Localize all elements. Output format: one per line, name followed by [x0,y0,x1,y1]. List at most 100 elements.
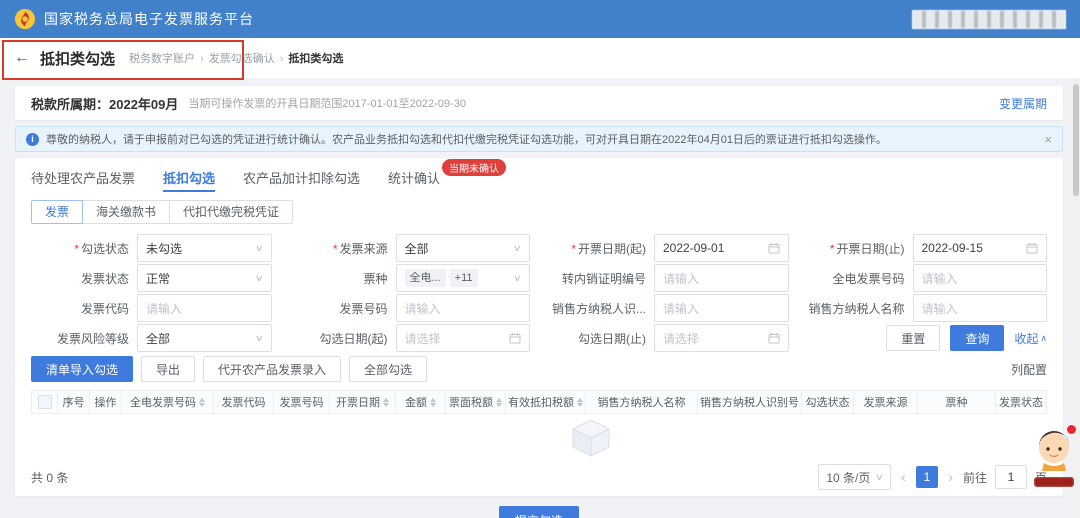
column-label: 票面税额 [449,394,493,410]
input-seller-taxpayer-id[interactable]: 请输入 [654,294,789,322]
select-all-checkbox[interactable] [38,395,52,409]
column-header-11: 勾选状态 [802,391,854,413]
prev-page-button[interactable]: ‹ [899,469,908,486]
field-label: *勾选状态 [31,240,129,257]
select-invoice-risk-level[interactable]: 全部∨ [137,324,272,352]
select-invoice-source[interactable]: 全部∨ [396,234,531,262]
calendar-icon [1026,242,1038,254]
tax-bureau-logo-icon [14,8,36,30]
total-count: 共 0 条 [31,469,68,486]
column-label: 勾选状态 [806,394,850,410]
column-config-link[interactable]: 列配置 [1011,361,1047,378]
required-asterisk: * [74,242,79,256]
breadcrumb-item[interactable]: 发票勾选确认 [209,53,275,65]
table-empty-state [31,414,1047,462]
sort-icon [496,398,502,407]
column-label: 发票代码 [222,394,266,410]
column-label: 票种 [946,394,968,410]
close-icon[interactable]: × [1044,132,1052,147]
query-button[interactable]: 查询 [950,325,1004,351]
column-label: 序号 [63,394,85,410]
subtab-customs-payment[interactable]: 海关缴款书 [82,200,170,224]
sort-icon [577,398,583,407]
required-asterisk: * [333,242,338,256]
submit-row: 提交勾选 [15,506,1063,518]
jump-page-input[interactable]: 1 [995,465,1027,489]
reset-button[interactable]: 重置 [886,325,940,351]
scrollbar-thumb[interactable] [1073,84,1079,196]
tab-statistic-confirm[interactable]: 统计确认当期未确认 [388,162,440,192]
field-label: 勾选日期(止) [548,330,646,347]
column-header-2[interactable]: 全电发票号码 [122,391,214,413]
column-label: 销售方纳税人识别号 [700,394,799,410]
column-header-6[interactable]: 金额 [396,391,446,413]
calendar-icon [768,332,780,344]
input-invoice-number[interactable]: 请输入 [396,294,531,322]
input-domestic-transfer-cert-no[interactable]: 请输入 [654,264,789,292]
assistant-mascot[interactable] [1032,426,1076,478]
breadcrumb-item: 抵扣类勾选 [288,53,343,65]
field-label: 发票风险等级 [31,330,129,347]
export-button[interactable]: 导出 [141,356,195,382]
notice-text: 尊敬的纳税人，请于申报前对已勾选的凭证进行统计确认。农产品业务抵扣勾选和代扣代缴… [46,131,887,147]
check-all-button[interactable]: 全部勾选 [349,356,427,382]
column-header-7[interactable]: 票面税额 [446,391,506,413]
subtab-invoice[interactable]: 发票 [31,200,83,224]
chevron-up-icon: ∧ [1040,333,1047,344]
column-header-5[interactable]: 开票日期 [330,391,396,413]
breadcrumb-item[interactable]: 税务数字账户 [129,53,195,65]
subtab-withholding-tax-cert[interactable]: 代扣代缴完税凭证 [169,200,293,224]
select-value: 正常 [146,270,170,287]
input-placeholder: 请输入 [663,270,699,287]
input-seller-taxpayer-name[interactable]: 请输入 [913,294,1048,322]
calendar-icon [509,332,521,344]
column-header-12: 发票来源 [854,391,918,413]
page-size-select[interactable]: 10 条/页 ∨ [818,464,891,490]
chevron-down-icon: ∨ [875,472,884,483]
back-arrow-icon[interactable]: ← [14,49,30,67]
page: 国家税务总局电子发票服务平台 ← 抵扣类勾选 税务数字账户›发票勾选确认›抵扣类… [0,0,1080,518]
select-value: 全部 [146,330,170,347]
input-placeholder: 请输入 [663,300,699,317]
info-icon: i [26,133,39,146]
tab-farm-extra-deduction-check[interactable]: 农产品加计扣除勾选 [243,162,360,192]
select-invoice-status[interactable]: 正常∨ [137,264,272,292]
date-value: 2022-09-01 [663,241,724,255]
input-digital-invoice-no[interactable]: 请输入 [913,264,1048,292]
input-placeholder: 请输入 [146,300,182,317]
collapse-link[interactable]: 收起∧ [1014,330,1047,347]
tab-label: 统计确认 [388,168,440,187]
submit-check-button[interactable]: 提交勾选 [499,506,579,518]
collapse-label: 收起 [1014,330,1038,347]
date-invoice-date-start[interactable]: 2022-09-01 [654,234,789,262]
date-check-date-start[interactable]: 请选择 [396,324,531,352]
input-placeholder: 请输入 [922,300,958,317]
page-title: 抵扣类勾选 [40,48,115,69]
date-invoice-date-end[interactable]: 2022-09-15 [913,234,1048,262]
column-header-14: 发票状态 [996,391,1046,413]
field-label: *开票日期(止) [807,240,905,257]
column-header-0: 序号 [58,391,90,413]
app-header: 国家税务总局电子发票服务平台 [0,0,1080,38]
subtab-group: 发票海关缴款书代扣代缴完税凭证 [31,200,1047,224]
import-list-check-button[interactable]: 清单导入勾选 [31,356,133,382]
chevron-down-icon: ∨ [255,243,264,254]
required-asterisk: * [830,242,835,256]
column-label: 发票来源 [864,394,908,410]
tab-deduction-check[interactable]: 抵扣勾选 [163,162,215,192]
tab-pending-farm-invoices[interactable]: 待处理农产品发票 [31,162,135,192]
change-period-link[interactable]: 变更属期 [999,95,1047,112]
field-label: 发票代码 [31,300,129,317]
select-ticket-type[interactable]: 全电...+11∨ [396,264,531,292]
column-header-8[interactable]: 有效抵扣税额 [506,391,586,413]
column-label: 开票日期 [336,394,380,410]
farm-invoice-entry-button[interactable]: 代开农产品发票录入 [203,356,341,382]
field-label: 销售方纳税人名称 [807,300,905,317]
current-page-button[interactable]: 1 [916,466,938,488]
next-page-button[interactable]: › [946,469,955,486]
input-invoice-code[interactable]: 请输入 [137,294,272,322]
tax-period-hint: 当期可操作发票的开具日期范围2017-01-01至2022-09-30 [188,95,466,111]
date-check-date-end[interactable]: 请选择 [654,324,789,352]
select-check-status[interactable]: 未勾选∨ [137,234,272,262]
column-label: 发票状态 [999,394,1043,410]
